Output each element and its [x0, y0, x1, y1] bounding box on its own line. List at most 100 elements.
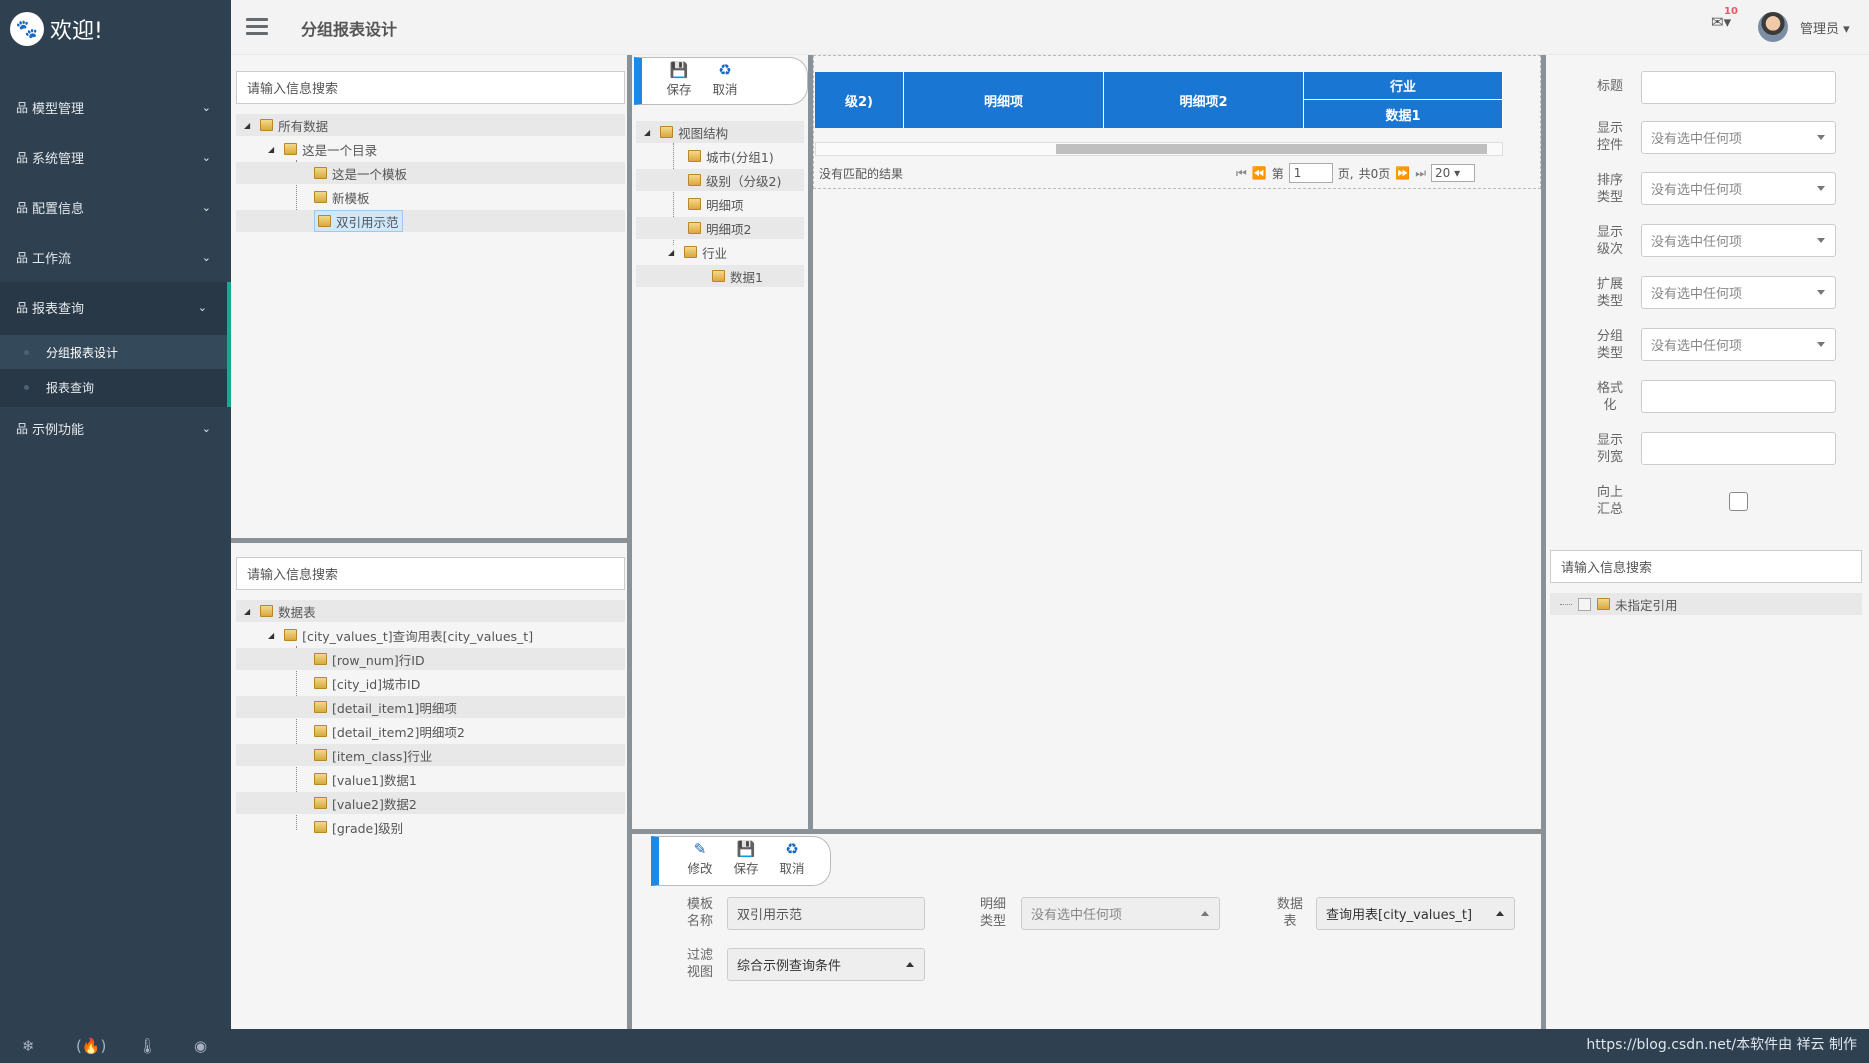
tree-node[interactable]: [item_class]行业 — [236, 744, 625, 766]
tree-node[interactable]: 新模板 — [236, 186, 625, 208]
tree-node[interactable]: 这是一个模板 — [236, 162, 625, 184]
fire-icon[interactable]: (🔥) — [76, 1037, 106, 1055]
sitemap-icon: 品 — [16, 300, 29, 315]
user-menu[interactable]: 管理员 ▾ — [1800, 18, 1850, 37]
sidebar-subitem-report-query[interactable]: 报表查询 — [0, 370, 227, 404]
sidebar-item-label: 报表查询 — [32, 301, 85, 317]
format-input[interactable] — [1641, 380, 1836, 413]
edit-button[interactable]: ✎ 修改 — [680, 840, 720, 877]
thermometer-icon[interactable]: 🌡 — [138, 1037, 157, 1055]
detail-type-select[interactable]: 没有选中任何项 — [1021, 897, 1220, 930]
tree-node[interactable]: ◢ 数据表 — [236, 600, 625, 622]
save-button[interactable]: 💾 保存 — [659, 61, 699, 98]
tree-node[interactable]: [grade]级别 — [236, 816, 625, 838]
sidebar-item-config[interactable]: 品配置信息 ⌄ — [0, 182, 231, 232]
folder-icon — [260, 605, 274, 617]
tree-node[interactable]: [detail_item2]明细项2 — [236, 720, 625, 742]
tree-node[interactable]: 明细项2 — [636, 217, 804, 239]
search-input[interactable]: 请输入信息搜索 — [236, 71, 625, 104]
display-control-select[interactable]: 没有选中任何项 — [1641, 121, 1836, 154]
splitter-horizontal[interactable] — [231, 538, 629, 543]
group-header[interactable]: 行业 — [1304, 72, 1503, 100]
tree-checkbox[interactable] — [1578, 597, 1591, 611]
tree-node[interactable]: 未指定引用 — [1550, 593, 1862, 615]
sitemap-icon: 品 — [16, 100, 29, 115]
display-level-select[interactable]: 没有选中任何项 — [1641, 224, 1836, 257]
cancel-button[interactable]: ♻ 取消 — [772, 840, 812, 877]
column-header[interactable]: 级2) — [815, 72, 904, 128]
tree-node[interactable]: [row_num]行ID — [236, 648, 625, 670]
first-page-icon[interactable]: ⏮ — [1236, 166, 1247, 181]
tree-node[interactable]: 城市(分组1) — [636, 145, 804, 167]
sidebar-subitem-group-design[interactable]: 分组报表设计 — [0, 335, 227, 369]
search-input[interactable]: 请输入信息搜索 — [1550, 550, 1862, 583]
page-input[interactable]: 1 — [1288, 163, 1333, 183]
extend-type-select[interactable]: 没有选中任何项 — [1641, 276, 1836, 309]
user-circle-icon[interactable]: ◉ — [194, 1037, 207, 1055]
folder-icon — [314, 191, 327, 203]
chevron-down-icon: ⌄ — [197, 300, 207, 314]
sitemap-icon: 品 — [16, 200, 29, 215]
sidebar-item-label: 示例功能 — [32, 422, 85, 438]
hamburger-icon[interactable] — [246, 18, 268, 36]
datatable-select[interactable]: 查询用表[city_values_t] — [1316, 897, 1515, 930]
column-header[interactable]: 数据1 — [1304, 100, 1503, 128]
splitter-vertical[interactable] — [1541, 55, 1546, 1029]
folder-icon — [688, 150, 701, 162]
folder-icon — [314, 749, 327, 761]
caret-up-icon — [1201, 911, 1209, 916]
title-input[interactable] — [1641, 71, 1836, 104]
sidebar-item-label: 配置信息 — [32, 201, 85, 217]
chevron-down-icon: ⌄ — [201, 150, 211, 164]
sidebar-item-examples[interactable]: 品示例功能 ⌄ — [0, 403, 231, 453]
folder-icon — [284, 143, 298, 155]
sidebar-item-workflow[interactable]: 品工作流 ⌄ — [0, 232, 231, 282]
tree-node[interactable]: ◢ 这是一个目录 — [236, 138, 625, 160]
cancel-button[interactable]: ♻ 取消 — [705, 61, 745, 98]
group-type-select[interactable]: 没有选中任何项 — [1641, 328, 1836, 361]
splitter-horizontal[interactable] — [632, 829, 1546, 834]
chevron-down-icon: ⌄ — [201, 421, 211, 435]
page-size-select[interactable]: 20 ▾ — [1431, 164, 1476, 182]
tree-node[interactable]: ◢ [city_values_t]查询用表[city_values_t] — [236, 624, 625, 646]
sidebar: 🐾 欢迎! 品模型管理 ⌄ 品系统管理 ⌄ 品配置信息 ⌄ 品工作流 ⌄ 品报表查询 ⌄ … — [0, 0, 231, 1063]
snowflake-icon[interactable]: ❄ — [22, 1037, 35, 1055]
tree-node[interactable]: [detail_item1]明细项 — [236, 696, 625, 718]
tree-node[interactable]: [value1]数据1 — [236, 768, 625, 790]
tree-node[interactable]: ◢ 行业 — [636, 241, 804, 263]
sort-type-select[interactable]: 没有选中任何项 — [1641, 172, 1836, 205]
save-button[interactable]: 💾 保存 — [726, 840, 766, 877]
recycle-icon: ♻ — [785, 840, 799, 858]
column-header[interactable]: 明细项2 — [1104, 72, 1304, 128]
column-header[interactable]: 明细项 — [904, 72, 1104, 128]
chevron-down-icon: ⌄ — [201, 100, 211, 114]
tree-node[interactable]: 数据1 — [636, 265, 804, 287]
column-width-input[interactable] — [1641, 432, 1836, 465]
avatar[interactable] — [1758, 12, 1788, 42]
tree-node[interactable]: 明细项 — [636, 193, 804, 215]
tree-node[interactable]: [city_id]城市ID — [236, 672, 625, 694]
sidebar-item-model[interactable]: 品模型管理 ⌄ — [0, 82, 231, 132]
sidebar-item-report[interactable]: 品报表查询 ⌄ — [0, 282, 231, 332]
scrollbar-thumb[interactable] — [1056, 144, 1487, 154]
tree-node-selected[interactable]: 双引用示范 — [236, 210, 625, 232]
search-input[interactable]: 请输入信息搜索 — [236, 557, 625, 590]
prev-page-icon[interactable]: ⏪ — [1252, 166, 1267, 180]
horizontal-scrollbar[interactable] — [815, 142, 1503, 156]
template-name-input[interactable]: 双引用示范 — [727, 897, 925, 930]
field-label: 标题 — [1596, 79, 1623, 94]
chevron-down-icon: ⌄ — [201, 200, 211, 214]
tree-node[interactable]: [value2]数据2 — [236, 792, 625, 814]
last-page-icon[interactable]: ⏭ — [1415, 166, 1426, 181]
sidebar-item-label: 模型管理 — [32, 101, 85, 117]
folder-icon — [314, 797, 327, 809]
filter-view-select[interactable]: 综合示例查询条件 — [727, 948, 925, 981]
rollup-checkbox[interactable] — [1729, 492, 1748, 511]
folder-icon — [688, 198, 701, 210]
next-page-icon[interactable]: ⏩ — [1395, 166, 1410, 180]
sidebar-item-system[interactable]: 品系统管理 ⌄ — [0, 132, 231, 182]
tree-node[interactable]: 级别（分级2) — [636, 169, 804, 191]
tree-node[interactable]: ◢ 视图结构 — [636, 121, 804, 143]
app-title: 欢迎! — [50, 19, 103, 44]
tree-node[interactable]: ◢ 所有数据 — [236, 114, 625, 136]
